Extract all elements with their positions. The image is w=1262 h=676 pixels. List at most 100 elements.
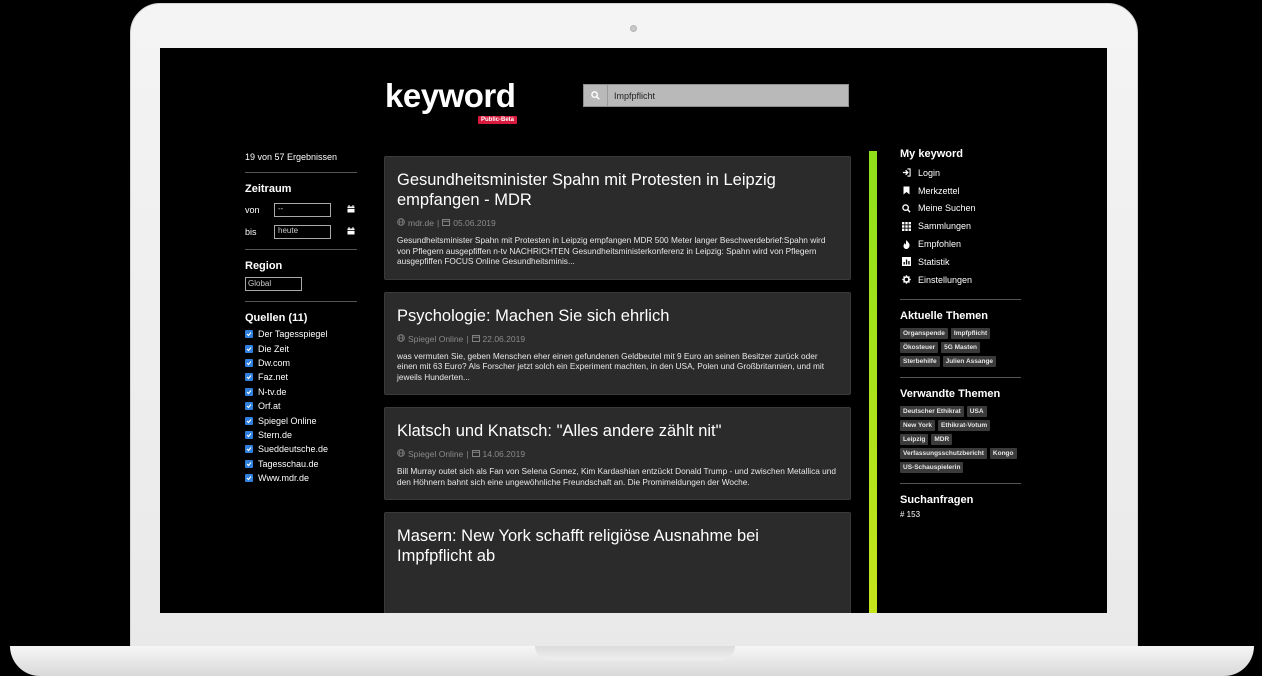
checkbox-checked-icon[interactable]	[245, 474, 253, 483]
topic-tag[interactable]: USA	[966, 405, 987, 417]
keyword-logo[interactable]: keyword	[385, 78, 516, 114]
menu-item-meine-suchen[interactable]: Meine Suchen	[900, 200, 1021, 218]
topic-tag[interactable]: Impfpflicht	[950, 327, 991, 339]
source-item[interactable]: Stern.de	[245, 428, 357, 442]
article-title[interactable]: Klatsch und Knatsch: "Alles andere zählt…	[397, 421, 838, 441]
topic-tag[interactable]: Leipzig	[900, 433, 929, 445]
topic-tag[interactable]: Verfassungsschutzbericht	[900, 447, 987, 459]
topic-tag[interactable]: Deutscher Ethikrat	[900, 405, 964, 417]
article-card[interactable]: Masern: New York schafft religiöse Ausna…	[384, 512, 851, 613]
topic-tag[interactable]: Sterbehilfe	[900, 355, 940, 367]
topic-tag[interactable]: Julien Assange	[942, 355, 997, 367]
divider	[245, 249, 357, 250]
source-item[interactable]: N-tv.de	[245, 385, 357, 399]
article-title[interactable]: Masern: New York schafft religiöse Ausna…	[397, 526, 838, 566]
article-card[interactable]: Klatsch und Knatsch: "Alles andere zählt…	[384, 407, 851, 500]
region-select[interactable]: Global	[245, 277, 302, 291]
source-item[interactable]: Spiegel Online	[245, 413, 357, 427]
source-item[interactable]: Die Zeit	[245, 341, 357, 355]
article-title[interactable]: Psychologie: Machen Sie sich ehrlich	[397, 306, 838, 326]
source-item[interactable]: Sueddeutsche.de	[245, 442, 357, 456]
search-icon	[900, 204, 912, 213]
source-item[interactable]: Der Tagesspiegel	[245, 327, 357, 341]
current-topics-tags: Organspende Impfpflicht Ökosteuer 5G Mas…	[900, 327, 1021, 367]
source-label: Orf.at	[258, 401, 281, 412]
menu-label: Empfohlen	[918, 239, 962, 250]
gear-icon	[900, 275, 912, 284]
menu-item-einstellungen[interactable]: Einstellungen	[900, 271, 1021, 289]
checkbox-checked-icon[interactable]	[245, 330, 253, 339]
date-to-input[interactable]: heute	[274, 225, 331, 239]
source-label: Sueddeutsche.de	[258, 444, 329, 455]
divider	[245, 172, 357, 173]
topic-tag[interactable]: MDR	[931, 433, 953, 445]
topic-tag[interactable]: US-Schauspielerin	[900, 461, 964, 473]
search-icon[interactable]	[584, 85, 608, 106]
checkbox-checked-icon[interactable]	[245, 373, 253, 382]
result-count: 19 von 57 Ergebnissen	[245, 152, 338, 162]
source-item[interactable]: Dw.com	[245, 356, 357, 370]
source-item[interactable]: Www.mdr.de	[245, 471, 357, 485]
checkbox-checked-icon[interactable]	[245, 402, 253, 411]
checkbox-checked-icon[interactable]	[245, 344, 253, 353]
camera-dot	[630, 25, 637, 32]
topic-tag[interactable]: Kongo	[989, 447, 1017, 459]
article-card[interactable]: Gesundheitsminister Spahn mit Protesten …	[384, 156, 851, 280]
checkbox-checked-icon[interactable]	[245, 430, 253, 439]
source-item[interactable]: Orf.at	[245, 399, 357, 413]
article-source: Spiegel Online	[408, 333, 464, 344]
date-from-input[interactable]: --	[274, 203, 331, 217]
menu-item-login[interactable]: Login	[900, 164, 1021, 182]
checkbox-checked-icon[interactable]	[245, 445, 253, 454]
searches-heading: Suchanfragen	[900, 493, 974, 506]
article-excerpt: Bill Murray outet sich als Fan von Selen…	[397, 466, 837, 487]
calendar-icon[interactable]	[347, 227, 355, 237]
article-meta: mdr.de | 05.06.2019	[397, 218, 838, 228]
zeitraum-heading: Zeitraum	[245, 183, 292, 195]
grid-icon	[900, 221, 912, 231]
topic-tag[interactable]: Ökosteuer	[900, 341, 939, 353]
source-label: Stern.de	[258, 429, 293, 440]
checkbox-checked-icon[interactable]	[245, 416, 253, 425]
article-date: 14.06.2019	[482, 449, 526, 459]
calendar-icon	[471, 449, 480, 459]
menu-item-empfohlen[interactable]: Empfohlen	[900, 235, 1021, 253]
article-date: 22.06.2019	[482, 333, 526, 344]
checkbox-checked-icon[interactable]	[245, 358, 253, 367]
article-excerpt: Gesundheitsminister Spahn mit Protesten …	[397, 235, 826, 266]
article-card[interactable]: Psychologie: Machen Sie sich ehrlich Spi…	[384, 291, 851, 395]
source-label: Der Tagesspiegel	[258, 329, 328, 340]
related-topics-tags: Deutscher Ethikrat USA New York Ethikrat…	[900, 405, 1021, 473]
calendar-icon[interactable]	[347, 205, 355, 215]
topic-tag[interactable]: New York	[900, 419, 936, 431]
article-date: 05.06.2019	[453, 218, 496, 228]
topic-tag[interactable]: Ethikrat-Votum	[938, 419, 991, 431]
menu-item-statistik[interactable]: Statistik	[900, 253, 1021, 271]
divider	[900, 482, 1021, 484]
topic-tag[interactable]: 5G Masten	[941, 341, 981, 353]
checkbox-checked-icon[interactable]	[245, 387, 253, 396]
menu-label: Einstellungen	[918, 274, 973, 285]
filter-sidebar: 19 von 57 Ergebnissen Zeitraum von -- bi…	[245, 148, 357, 485]
article-meta: Spiegel Online | 14.06.2019	[397, 449, 838, 459]
menu-item-sammlungen[interactable]: Sammlungen	[900, 217, 1021, 235]
article-list: Gesundheitsminister Spahn mit Protesten …	[384, 156, 851, 613]
source-item[interactable]: Faz.net	[245, 370, 357, 384]
topic-tag[interactable]: Organspende	[900, 327, 948, 339]
source-label: Spiegel Online	[258, 415, 317, 426]
search-bar	[583, 84, 849, 107]
current-topics-heading: Aktuelle Themen	[900, 309, 989, 322]
menu-item-merkzettel[interactable]: Merkzettel	[900, 182, 1021, 200]
chart-icon	[900, 257, 912, 267]
globe-icon	[397, 333, 405, 344]
menu-label: Login	[918, 167, 941, 178]
article-title[interactable]: Gesundheitsminister Spahn mit Protesten …	[397, 170, 838, 210]
accent-bar	[869, 151, 877, 613]
source-label: Die Zeit	[258, 343, 290, 354]
source-item[interactable]: Tagesschau.de	[245, 457, 357, 471]
search-input[interactable]	[608, 85, 848, 106]
checkbox-checked-icon[interactable]	[245, 459, 253, 468]
meta-separator: |	[466, 333, 469, 344]
globe-icon	[397, 449, 405, 459]
source-label: Tagesschau.de	[258, 458, 319, 469]
